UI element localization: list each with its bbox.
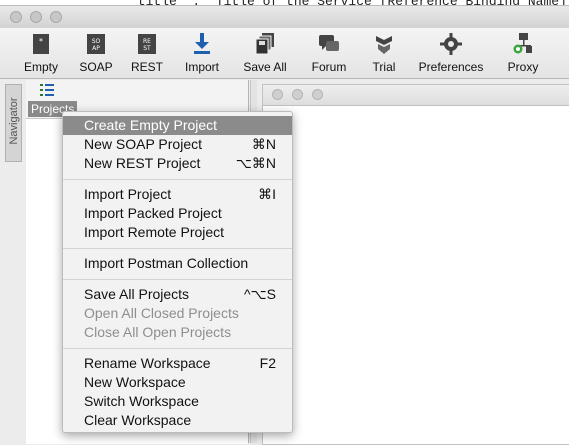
menu-item-new-soap-project[interactable]: New SOAP Project ⌘N <box>63 135 292 154</box>
new-file-icon: * <box>33 34 49 54</box>
menu-item-open-all-closed-projects: Open All Closed Projects <box>84 305 239 321</box>
toolbar-empty-button[interactable]: * Empty <box>20 32 62 76</box>
menu-item-save-all-projects[interactable]: Save All Projects ^⌥S <box>63 285 292 304</box>
editor-zoom-button[interactable] <box>312 89 323 100</box>
menu-item-switch-workspace[interactable]: Switch Workspace <box>63 392 292 411</box>
soap-icon: SOAP <box>87 34 105 54</box>
main-toolbar: * Empty SO AP SOAP RE ST REST Import Save … <box>0 28 569 79</box>
menu-separator <box>63 248 292 249</box>
toolbar-preferences-button[interactable]: Preferences <box>418 32 484 76</box>
toolbar-soap-button[interactable]: SO AP SOAP <box>76 32 116 76</box>
editor-window-titlebar <box>263 85 569 106</box>
editor-window <box>262 84 569 445</box>
toolbar-forum-button[interactable]: Forum <box>307 32 351 76</box>
menu-item-new-workspace[interactable]: New Workspace <box>63 373 292 392</box>
menu-item-close-all-open-projects: Close All Open Projects <box>84 324 232 340</box>
menu-item-import-remote-project[interactable]: Import Remote Project <box>63 223 292 242</box>
toolbar-trial-button[interactable]: Trial <box>368 32 400 76</box>
forum-icon <box>319 35 339 51</box>
trial-icon <box>376 36 392 54</box>
window-titlebar <box>0 5 569 29</box>
navigator-tab-label: Navigator <box>8 97 20 145</box>
minimize-window-button[interactable] <box>30 11 42 23</box>
close-window-button[interactable] <box>10 11 22 23</box>
svg-text:*: * <box>39 37 43 46</box>
menu-separator <box>63 279 292 280</box>
toolbar-proxy-button[interactable]: Proxy <box>503 32 543 76</box>
menu-item-import-postman-collection[interactable]: Import Postman Collection <box>63 254 292 273</box>
menu-item-import-packed-project[interactable]: Import Packed Project <box>63 204 292 223</box>
svg-text:AP: AP <box>92 45 100 52</box>
menu-item-create-empty-project[interactable]: Create Empty Project <box>63 116 292 135</box>
toolbar-save-all-button[interactable]: Save All <box>240 32 290 76</box>
editor-close-button[interactable] <box>272 89 283 100</box>
menu-item-import-project[interactable]: Import Project ⌘I <box>63 185 292 204</box>
navigator-tab[interactable]: Navigator <box>5 84 22 162</box>
list-view-icon[interactable] <box>40 84 54 96</box>
menu-item-new-rest-project[interactable]: New REST Project ⌥⌘N <box>63 154 292 173</box>
svg-text:SO: SO <box>92 38 101 45</box>
zoom-window-button[interactable] <box>50 11 62 23</box>
menu-item-clear-workspace[interactable]: Clear Workspace <box>63 411 292 430</box>
editor-minimize-button[interactable] <box>292 89 303 100</box>
svg-text:ST: ST <box>143 45 151 52</box>
proxy-icon <box>513 33 532 54</box>
menu-separator <box>63 179 292 180</box>
import-icon <box>194 33 210 54</box>
menu-item-rename-workspace[interactable]: Rename Workspace F2 <box>63 354 292 373</box>
menu-separator <box>63 348 292 349</box>
toolbar-rest-button[interactable]: RE ST REST <box>128 32 166 76</box>
toolbar-import-button[interactable]: Import <box>180 32 224 76</box>
save-all-icon <box>255 33 274 55</box>
gear-icon <box>440 33 462 55</box>
svg-text:RE: RE <box>143 38 151 45</box>
rest-icon: REST <box>138 34 156 54</box>
projects-context-menu: Create Empty Project New SOAP Project ⌘N… <box>62 111 293 433</box>
